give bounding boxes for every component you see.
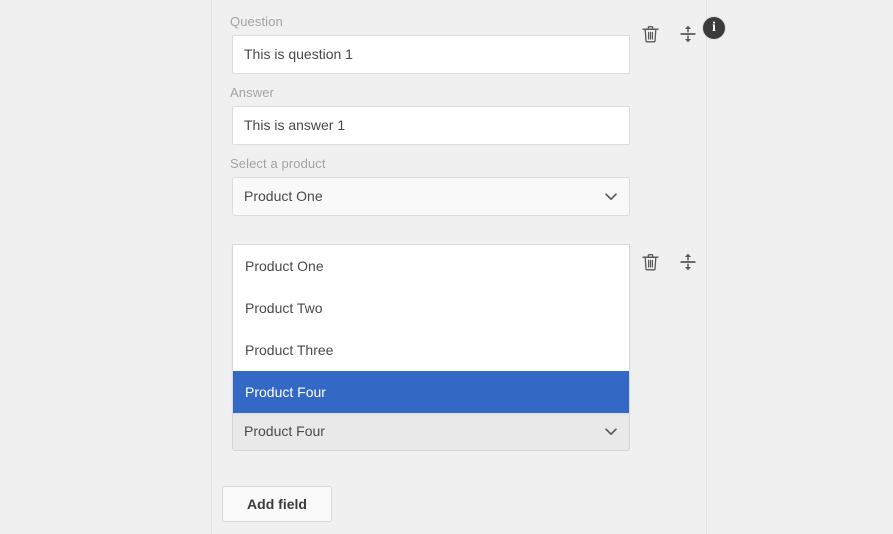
add-field-button[interactable]: Add field xyxy=(222,486,332,522)
field-label-select-product: Select a product xyxy=(230,156,326,171)
vertical-resize-handle-icon xyxy=(679,24,697,44)
row-actions-first: i xyxy=(630,17,725,62)
question-input[interactable]: This is question 1 xyxy=(232,35,630,74)
delete-field-button[interactable] xyxy=(636,248,664,276)
row-actions-second xyxy=(630,248,706,290)
trash-icon xyxy=(641,253,659,271)
dropdown-option-selected[interactable]: Product Four xyxy=(233,371,629,413)
delete-field-button[interactable] xyxy=(636,20,664,48)
field-group-answer: Answer This is answer 1 xyxy=(212,85,706,145)
product-select-closed[interactable]: Product One xyxy=(232,177,630,216)
form-column: Question This is question 1 i Answer Thi… xyxy=(212,0,725,534)
vertical-resize-handle-icon xyxy=(679,252,697,272)
reorder-field-handle[interactable] xyxy=(674,20,702,48)
product-select-open[interactable]: Product Four xyxy=(232,412,630,451)
trash-icon xyxy=(641,25,659,43)
chevron-down-icon xyxy=(605,192,617,201)
dropdown-option[interactable]: Product Two xyxy=(233,287,629,329)
page-root: Question This is question 1 i Answer Thi… xyxy=(0,0,893,534)
info-icon[interactable]: i xyxy=(703,17,725,39)
product-dropdown-list[interactable]: Product One Product Two Product Three Pr… xyxy=(232,244,630,413)
answer-input[interactable]: This is answer 1 xyxy=(232,106,630,145)
field-group-select-product: Select a product Product One xyxy=(212,156,706,216)
product-select-closed-value: Product One xyxy=(244,188,323,204)
field-label-answer: Answer xyxy=(230,85,274,100)
dropdown-option[interactable]: Product One xyxy=(233,245,629,287)
field-row-question: Question This is question 1 i xyxy=(212,14,725,74)
chevron-down-icon xyxy=(605,427,617,436)
dropdown-option[interactable]: Product Three xyxy=(233,329,629,371)
field-group-question: Question This is question 1 i xyxy=(212,14,725,74)
reorder-field-handle[interactable] xyxy=(674,248,702,276)
product-select-open-value: Product Four xyxy=(244,423,325,439)
right-column-divider xyxy=(706,0,707,534)
